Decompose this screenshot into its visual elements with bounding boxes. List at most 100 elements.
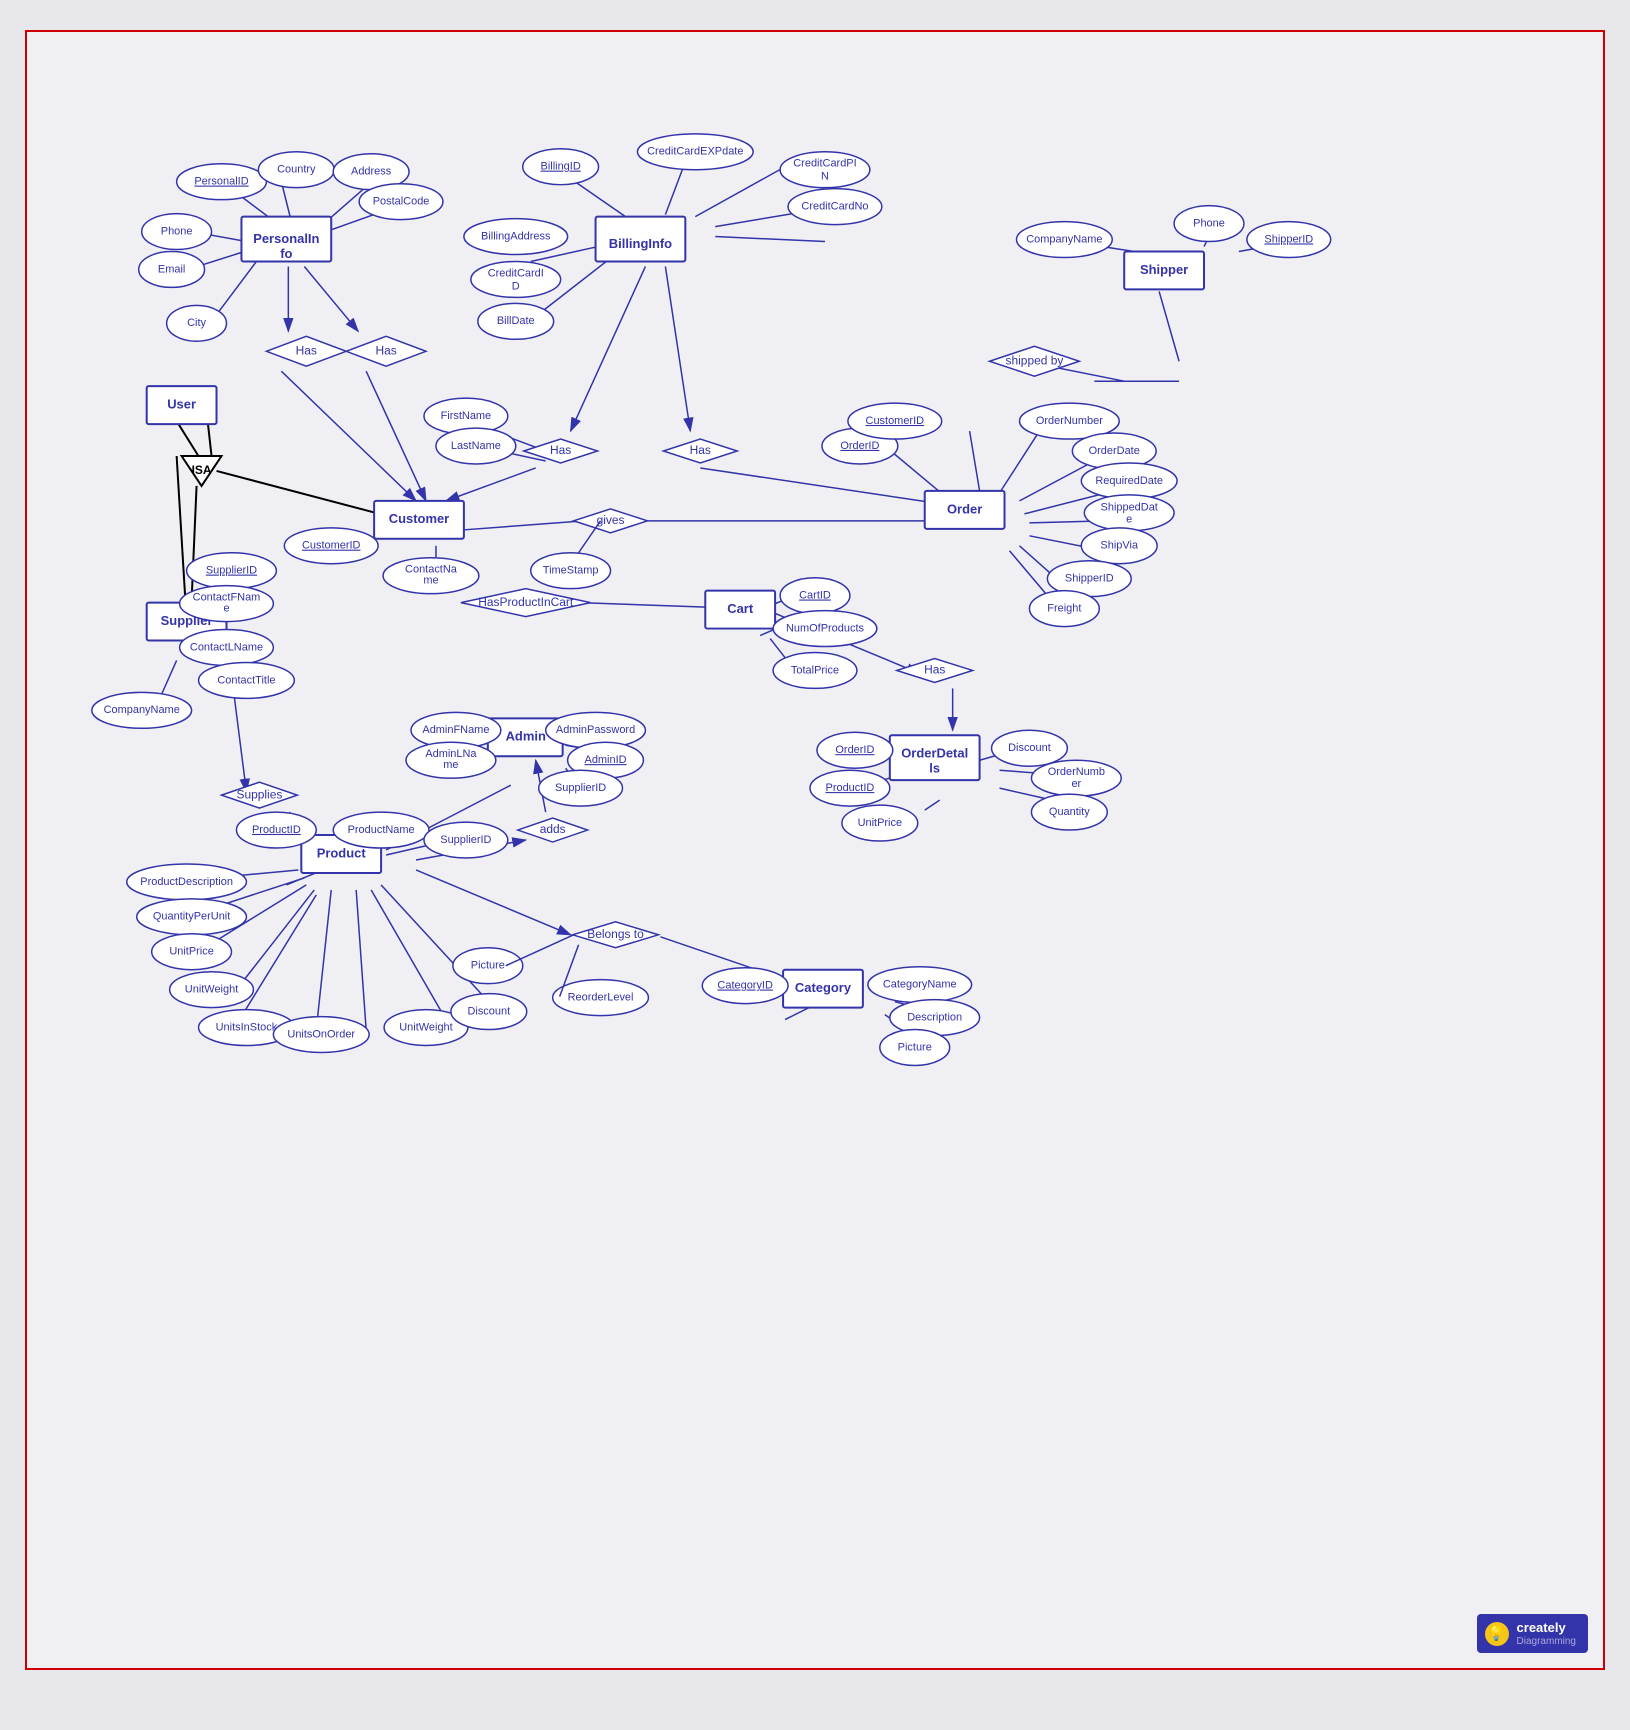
attr-quantity: Quantity bbox=[1031, 794, 1107, 830]
attr-productdescription: ProductDescription bbox=[127, 864, 247, 900]
rel-has4: Has bbox=[663, 439, 737, 463]
svg-text:Picture: Picture bbox=[471, 960, 505, 972]
attr-productid-od: ProductID bbox=[810, 770, 890, 806]
attr-contactlname: ContactLName bbox=[180, 630, 274, 666]
svg-text:OrderNumber: OrderNumber bbox=[1036, 415, 1103, 427]
attr-shipperid: ShipperID bbox=[1247, 222, 1331, 258]
svg-text:OrderID: OrderID bbox=[835, 744, 874, 756]
svg-text:Discount: Discount bbox=[1008, 742, 1051, 754]
attr-picture-prod: Picture bbox=[453, 948, 523, 984]
entity-order: Order bbox=[925, 491, 1005, 529]
entity-category-label: Category bbox=[795, 980, 852, 995]
svg-text:Has: Has bbox=[375, 343, 396, 357]
svg-text:Picture: Picture bbox=[898, 1041, 932, 1053]
svg-text:ShipperID: ShipperID bbox=[1065, 573, 1114, 585]
svg-text:UnitPrice: UnitPrice bbox=[169, 946, 214, 958]
entity-cart: Cart bbox=[705, 591, 775, 629]
entity-admin-label: Admin bbox=[506, 729, 546, 744]
attr-ordernumber-od: OrderNumb er bbox=[1031, 760, 1121, 796]
svg-text:Discount: Discount bbox=[467, 1005, 510, 1017]
svg-text:Has: Has bbox=[924, 663, 945, 677]
svg-text:ProductDescription: ProductDescription bbox=[140, 876, 233, 888]
attr-unitprice-od: UnitPrice bbox=[842, 805, 918, 841]
attr-categoryid: CategoryID bbox=[702, 968, 788, 1004]
attr-email: Email bbox=[139, 252, 205, 288]
svg-text:SupplierID: SupplierID bbox=[440, 834, 491, 846]
svg-text:ISA: ISA bbox=[192, 463, 212, 477]
rel-has1: Has bbox=[266, 336, 346, 366]
rel-adds: adds bbox=[518, 818, 588, 842]
rel-hasproductincart: HasProductInCart bbox=[461, 589, 591, 617]
svg-text:ProductID: ProductID bbox=[826, 782, 875, 794]
attr-supplierid-adm: SupplierID bbox=[539, 770, 623, 806]
entity-personalinfo-label: PersonalIn bbox=[253, 231, 319, 246]
attr-cartid: CartID bbox=[780, 578, 850, 614]
attr-creditcardpin: CreditCardPI N bbox=[780, 152, 870, 188]
attr-picture-cat: Picture bbox=[880, 1030, 950, 1066]
svg-text:Quantity: Quantity bbox=[1049, 806, 1090, 818]
svg-text:QuantityPerUnit: QuantityPerUnit bbox=[153, 911, 230, 923]
svg-text:BillingID: BillingID bbox=[541, 161, 581, 173]
svg-text:CompanyName: CompanyName bbox=[1026, 233, 1102, 245]
svg-text:AdminFName: AdminFName bbox=[422, 724, 489, 736]
entity-cart-label: Cart bbox=[727, 601, 754, 616]
svg-text:ls: ls bbox=[929, 761, 940, 776]
attr-contactname: ContactNa me bbox=[383, 558, 479, 594]
attr-timestamp: TimeStamp bbox=[531, 553, 611, 589]
svg-text:TimeStamp: TimeStamp bbox=[543, 565, 599, 577]
svg-text:CreditCardI: CreditCardI bbox=[488, 267, 544, 279]
attr-creditcardid: CreditCardI D bbox=[471, 261, 561, 297]
attr-unitprice: UnitPrice bbox=[152, 934, 232, 970]
svg-text:UnitsInStock: UnitsInStock bbox=[216, 1021, 278, 1033]
svg-text:ProductID: ProductID bbox=[252, 824, 301, 836]
attr-customerid-ord: CustomerID bbox=[848, 403, 942, 439]
entity-billinginfo-label: BillingInfo bbox=[609, 236, 672, 251]
svg-text:City: City bbox=[187, 317, 206, 329]
svg-text:LastName: LastName bbox=[451, 440, 501, 452]
attr-billingid: BillingID bbox=[523, 149, 599, 185]
svg-text:Belongs to: Belongs to bbox=[587, 927, 644, 941]
entity-orderdetails: OrderDetal ls bbox=[890, 735, 980, 780]
svg-text:Phone: Phone bbox=[161, 225, 193, 237]
attr-totalprice: TotalPrice bbox=[773, 653, 857, 689]
entity-personalinfo: PersonalIn fo bbox=[241, 217, 331, 262]
attr-supplierid-prod: SupplierID bbox=[424, 822, 508, 858]
svg-text:OrderNumb: OrderNumb bbox=[1048, 766, 1105, 778]
attr-requireddate: RequiredDate bbox=[1081, 463, 1177, 499]
creately-logo: 💡 creately Diagramming bbox=[1477, 1614, 1588, 1653]
svg-text:ShippedDat: ShippedDat bbox=[1101, 502, 1158, 514]
svg-text:FirstName: FirstName bbox=[441, 410, 492, 422]
svg-text:Freight: Freight bbox=[1047, 603, 1081, 615]
svg-text:N: N bbox=[821, 171, 829, 183]
svg-text:PersonalID: PersonalID bbox=[194, 176, 248, 188]
rel-shippedby: shipped by bbox=[990, 346, 1080, 376]
svg-text:ContactLName: ContactLName bbox=[190, 641, 263, 653]
rel-has-od: Has bbox=[897, 658, 973, 682]
svg-text:CustomerID: CustomerID bbox=[302, 540, 361, 552]
rel-belongsto: Belongs to bbox=[573, 922, 659, 948]
attr-companyname-sh: CompanyName bbox=[1016, 222, 1112, 258]
svg-text:ProductName: ProductName bbox=[348, 824, 415, 836]
entity-user: User bbox=[147, 386, 217, 424]
attr-shippeddate: ShippedDat e bbox=[1084, 495, 1174, 531]
svg-text:UnitWeight: UnitWeight bbox=[399, 1021, 452, 1033]
svg-text:AdminPassword: AdminPassword bbox=[556, 724, 635, 736]
attr-adminlname: AdminLNa me bbox=[406, 742, 496, 778]
entity-order-label: Order bbox=[947, 501, 982, 516]
diagram-container: PersonalIn fo BillingInfo Shipper User C… bbox=[25, 30, 1605, 1670]
attr-numofproducts: NumOfProducts bbox=[773, 611, 877, 647]
svg-text:e: e bbox=[1126, 514, 1132, 526]
attr-discount-od: Discount bbox=[992, 730, 1068, 766]
attr-creditcardexpdate: CreditCardEXPdate bbox=[637, 134, 753, 170]
svg-text:D: D bbox=[512, 280, 520, 292]
attr-contacttitle: ContactTitle bbox=[199, 662, 295, 698]
svg-text:SupplierID: SupplierID bbox=[555, 782, 606, 794]
entity-shipper-label: Shipper bbox=[1140, 262, 1188, 277]
svg-text:Address: Address bbox=[351, 166, 392, 178]
attr-freight: Freight bbox=[1029, 591, 1099, 627]
svg-text:CustomerID: CustomerID bbox=[866, 415, 925, 427]
entity-billinginfo: BillingInfo bbox=[596, 217, 686, 262]
svg-text:HasProductInCart: HasProductInCart bbox=[478, 595, 574, 609]
rel-has2: Has bbox=[346, 336, 426, 366]
attr-lastname: LastName bbox=[436, 428, 516, 464]
